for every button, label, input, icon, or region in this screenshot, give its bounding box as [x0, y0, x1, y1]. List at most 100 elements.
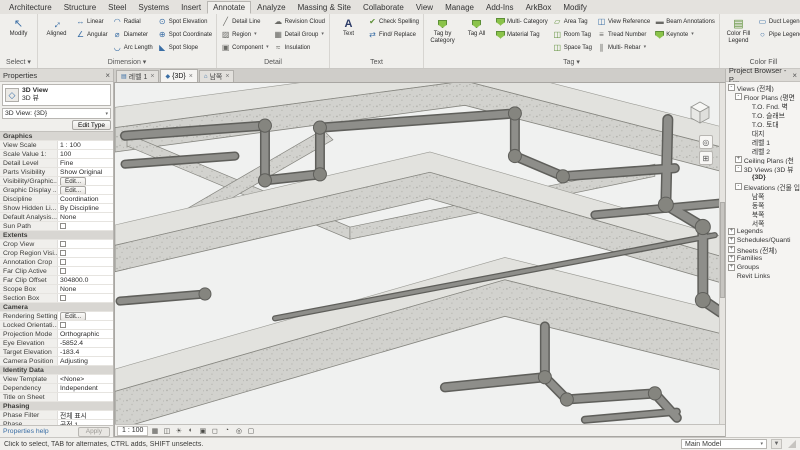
3d-scene[interactable] [115, 83, 725, 436]
tread-number-button[interactable]: ≡ Tread Number [595, 28, 652, 41]
browser-item[interactable]: 레벨 1 [726, 137, 800, 146]
modify-button[interactable]: ↖ Modify [2, 15, 35, 57]
browser-item[interactable]: 대지 [726, 128, 800, 137]
property-row[interactable]: Sun Path [0, 222, 113, 231]
property-row[interactable]: Default Analysis... None [0, 213, 113, 222]
property-row[interactable]: Rendering Settings Edit... [0, 312, 113, 321]
browser-item[interactable]: {3D} [726, 173, 800, 182]
property-row[interactable]: View Template <None> [0, 375, 113, 384]
property-row[interactable]: Phase Filter 전체 표시 [0, 411, 113, 420]
browser-item[interactable]: T.O. Fnd. 벽 [726, 101, 800, 110]
tree-toggle-icon[interactable]: - [735, 165, 742, 172]
apply-button[interactable]: Apply [78, 427, 110, 437]
view-reference-button[interactable]: ◫ View Reference [595, 15, 652, 28]
space-tag-button[interactable]: ◫ Space Tag [551, 41, 594, 54]
property-row[interactable]: Crop Region Visi... [0, 249, 113, 258]
multi-rebar-button[interactable]: ∥ Multi- Rebar ▾ [595, 41, 652, 54]
aligned-dimension-button[interactable]: ↔ Aligned [40, 15, 73, 57]
sun-path-icon[interactable]: ☀ [173, 426, 184, 436]
drawing-area[interactable]: ◎ ⊞ 1 : 100 ▦◫☀◐▣◻◔◎▢ [114, 82, 725, 437]
property-row[interactable]: Far Clip Offset 304800.0 [0, 276, 113, 285]
property-row[interactable]: Crop View [0, 240, 113, 249]
panel-label-select[interactable]: Select ▾ [1, 57, 36, 68]
diameter-dimension-button[interactable]: ⌀ Diameter [111, 28, 155, 41]
angular-dimension-button[interactable]: ∠ Angular [74, 28, 110, 41]
zoom-button[interactable]: ⊞ [699, 151, 713, 165]
panel-label-detail[interactable]: Detail [218, 57, 328, 68]
browser-item[interactable]: 서쪽 [726, 218, 800, 227]
revision-cloud-button[interactable]: ☁ Revision Cloud [272, 15, 327, 28]
browser-item[interactable]: + Schedules/Quanti [726, 236, 800, 245]
panel-label-dimension[interactable]: Dimension ▾ [39, 57, 215, 68]
visual-style-icon[interactable]: ◫ [161, 426, 172, 436]
property-row[interactable]: Phasing [0, 402, 113, 411]
panel-label-text[interactable]: Text [331, 57, 422, 68]
color-fill-legend-button[interactable]: ▤ Color Fill Legend [722, 15, 755, 57]
ribbon-tab[interactable]: Manage [439, 1, 480, 14]
ribbon-tab[interactable]: Steel [102, 1, 132, 14]
reveal-hidden-icon[interactable]: ◎ [233, 426, 244, 436]
property-row[interactable]: Locked Orientati... [0, 321, 113, 330]
view-scale-control[interactable]: 1 : 100 [117, 426, 148, 436]
linear-dimension-button[interactable]: ↔ Linear [74, 15, 110, 28]
property-row[interactable]: Extents [0, 231, 113, 240]
browser-item[interactable]: T.O. 슬래브 [726, 110, 800, 119]
ribbon-tab[interactable]: Collaborate [357, 1, 410, 14]
ribbon-tab[interactable]: Structure [58, 1, 102, 14]
edit-type-button[interactable]: Edit Type [72, 120, 111, 130]
spot-elevation-button[interactable]: ⊙ Spot Elevation [156, 15, 214, 28]
ribbon-tab[interactable]: Analyze [251, 1, 291, 14]
property-row[interactable]: Annotation Crop [0, 258, 113, 267]
property-row[interactable]: Detail Level Fine [0, 159, 113, 168]
browser-item[interactable]: + Sheets (전체) [726, 245, 800, 254]
keynote-button[interactable]: Keynote ▾ [653, 28, 717, 41]
property-row[interactable]: Projection Mode Orthographic [0, 330, 113, 339]
ribbon-tab[interactable]: Systems [132, 1, 175, 14]
detail-level-icon[interactable]: ▦ [149, 426, 160, 436]
property-row[interactable]: Camera [0, 303, 113, 312]
browser-item[interactable]: + Legends [726, 227, 800, 236]
project-browser-close-icon[interactable]: × [792, 71, 797, 80]
panel-label-tag[interactable]: Tag ▾ [425, 57, 718, 68]
section-box-icon[interactable]: ▢ [245, 426, 256, 436]
crop-view-icon[interactable]: ▣ [197, 426, 208, 436]
check-spelling-button[interactable]: ✔ Check Spelling [366, 15, 421, 28]
design-options-select[interactable]: Main Model ▾ [681, 439, 767, 449]
ribbon-tab[interactable]: View [410, 1, 439, 14]
browser-item[interactable]: - Floor Plans (평면 [726, 92, 800, 101]
view-tab-close-icon[interactable]: × [225, 73, 229, 80]
browser-item[interactable]: Revit Links [726, 272, 800, 281]
view-tab[interactable]: ⌂ 남쪽 × [199, 70, 235, 82]
area-tag-button[interactable]: ▱ Area Tag [551, 15, 594, 28]
find-replace-button[interactable]: ⇄ Find/ Replace [366, 28, 421, 41]
pipe-legend-button[interactable]: ○ Pipe Legend [756, 28, 800, 41]
property-row[interactable]: Dependency Independent [0, 384, 113, 393]
selection-filter-icon[interactable]: ▼ [771, 439, 782, 449]
detail-line-button[interactable]: ╱ Detail Line [219, 15, 271, 28]
view-tab[interactable]: ◆ {3D} × [160, 69, 197, 82]
material-tag-button[interactable]: Material Tag [494, 28, 550, 41]
scrollbar-thumb[interactable] [720, 202, 725, 297]
view-tab[interactable]: ▤ 레벨 1 × [116, 70, 159, 82]
temporary-hide-isolate-icon[interactable]: ◔ [221, 426, 232, 436]
tree-toggle-icon[interactable]: + [735, 156, 742, 163]
tree-toggle-icon[interactable]: - [735, 183, 742, 190]
text-button[interactable]: A Text [332, 15, 365, 57]
detail-group-button[interactable]: ▦ Detail Group ▾ [272, 28, 327, 41]
tag-all-button[interactable]: Tag All [460, 15, 493, 57]
ribbon-tab[interactable]: Annotate [207, 1, 251, 14]
property-row[interactable]: View Scale 1 : 100 [0, 141, 113, 150]
insulation-button[interactable]: ≈ Insulation [272, 41, 327, 54]
browser-item[interactable]: - Views (전체) [726, 83, 800, 92]
shadows-icon[interactable]: ◐ [185, 426, 196, 436]
property-row[interactable]: Target Elevation -183.4 [0, 348, 113, 357]
steering-wheel-button[interactable]: ◎ [699, 135, 713, 149]
property-row[interactable]: Title on Sheet [0, 393, 113, 402]
radial-dimension-button[interactable]: ◠ Radial [111, 15, 155, 28]
property-row[interactable]: Far Clip Active [0, 267, 113, 276]
property-row[interactable]: Graphics [0, 132, 113, 141]
tree-toggle-icon[interactable]: - [728, 84, 735, 91]
type-selector[interactable]: ◇ 3D View 3D 뷰 [2, 84, 111, 106]
ribbon-tab[interactable]: ArkBox [520, 1, 558, 14]
property-row[interactable]: Visibility/Graphic... Edit... [0, 177, 113, 186]
